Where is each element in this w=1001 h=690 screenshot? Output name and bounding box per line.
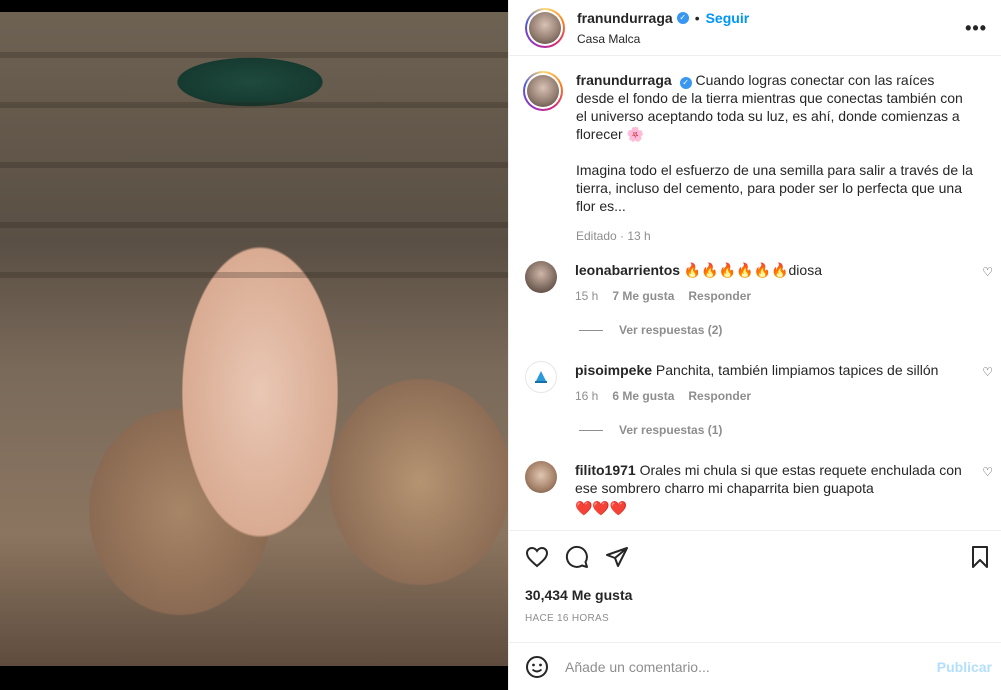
comment-username[interactable]: pisoimpeke xyxy=(575,362,652,378)
commenter-avatar[interactable] xyxy=(525,361,557,393)
caption-text-2: Imagina todo el esfuerzo de una semilla … xyxy=(576,162,973,214)
comment-input[interactable] xyxy=(565,658,925,675)
comment-time[interactable]: 15 h xyxy=(575,287,598,305)
caption-avatar[interactable] xyxy=(523,71,563,111)
comment-text: 🔥🔥🔥🔥🔥🔥diosa xyxy=(683,262,822,278)
comment-item: filito1971 Orales mi chula si que estas … xyxy=(525,461,995,517)
comment-icon[interactable] xyxy=(565,545,589,569)
separator-dot: • xyxy=(694,9,700,26)
comment-item: leonabarrientos 🔥🔥🔥🔥🔥🔥diosa 15 h 7 Me gu… xyxy=(525,261,995,305)
comment-item: pisoimpeke Panchita, también limpiamos t… xyxy=(525,361,995,405)
verified-icon: ✓ xyxy=(676,11,689,24)
author-avatar[interactable] xyxy=(525,7,565,48)
caption-meta: Editado · 13 h xyxy=(576,229,651,243)
follow-button[interactable]: Seguir xyxy=(706,10,750,26)
comment-username[interactable]: filito1971 xyxy=(575,462,636,478)
comment-heart-icon[interactable]: ♡ xyxy=(982,265,993,279)
verified-icon: ✓ xyxy=(679,77,692,89)
author-username[interactable]: franundurraga xyxy=(577,10,673,26)
post-sidebar: franundurraga ✓ • Seguir Casa Malca ••• … xyxy=(508,0,1001,690)
publish-button[interactable]: Publicar xyxy=(937,659,992,675)
view-replies-button[interactable]: Ver respuestas (2) xyxy=(579,323,722,337)
more-icon[interactable]: ••• xyxy=(965,18,987,39)
emoji-icon[interactable] xyxy=(525,655,549,679)
reply-button[interactable]: Responder xyxy=(688,287,751,305)
commenter-avatar[interactable] xyxy=(525,461,557,493)
post-actions: 30,434 Me gusta HACE 16 HORAS xyxy=(509,530,1001,642)
view-replies-label: Ver respuestas (1) xyxy=(619,423,723,437)
comment-time[interactable]: 16 h xyxy=(575,387,598,405)
heart-icon[interactable] xyxy=(525,545,549,569)
comment-heart-icon[interactable]: ♡ xyxy=(982,465,993,479)
comment-likes[interactable]: 6 Me gusta xyxy=(612,387,674,405)
comment-username[interactable]: leonabarrientos xyxy=(575,262,680,278)
bookmark-icon[interactable] xyxy=(968,545,992,569)
view-replies-label: Ver respuestas (2) xyxy=(619,323,723,337)
share-icon[interactable] xyxy=(605,545,629,569)
post-header: franundurraga ✓ • Seguir Casa Malca ••• xyxy=(509,0,1001,56)
commenter-avatar[interactable] xyxy=(525,261,557,293)
comments-list: franundurraga ✓ Cuando logras conectar c… xyxy=(509,57,1001,529)
likes-count[interactable]: 30,434 Me gusta xyxy=(525,587,632,603)
comment-likes[interactable]: 7 Me gusta xyxy=(612,287,674,305)
caption-username[interactable]: franundurraga xyxy=(576,72,672,88)
comment-text: Panchita, también limpiamos tapices de s… xyxy=(655,362,939,378)
post-location[interactable]: Casa Malca xyxy=(577,32,749,46)
post-photo[interactable] xyxy=(0,12,508,666)
reply-button[interactable]: Responder xyxy=(688,387,751,405)
view-replies-button[interactable]: Ver respuestas (1) xyxy=(579,423,722,437)
posted-time[interactable]: HACE 16 HORAS xyxy=(525,613,609,624)
post-photo-pane xyxy=(0,0,508,690)
comment-heart-icon[interactable]: ♡ xyxy=(982,365,993,379)
add-comment-bar: Publicar xyxy=(509,642,1001,690)
brand-logo-icon xyxy=(535,371,547,383)
comment-text-hearts: ❤️❤️❤️ xyxy=(575,500,628,516)
caption: franundurraga ✓ Cuando logras conectar c… xyxy=(509,57,1001,245)
